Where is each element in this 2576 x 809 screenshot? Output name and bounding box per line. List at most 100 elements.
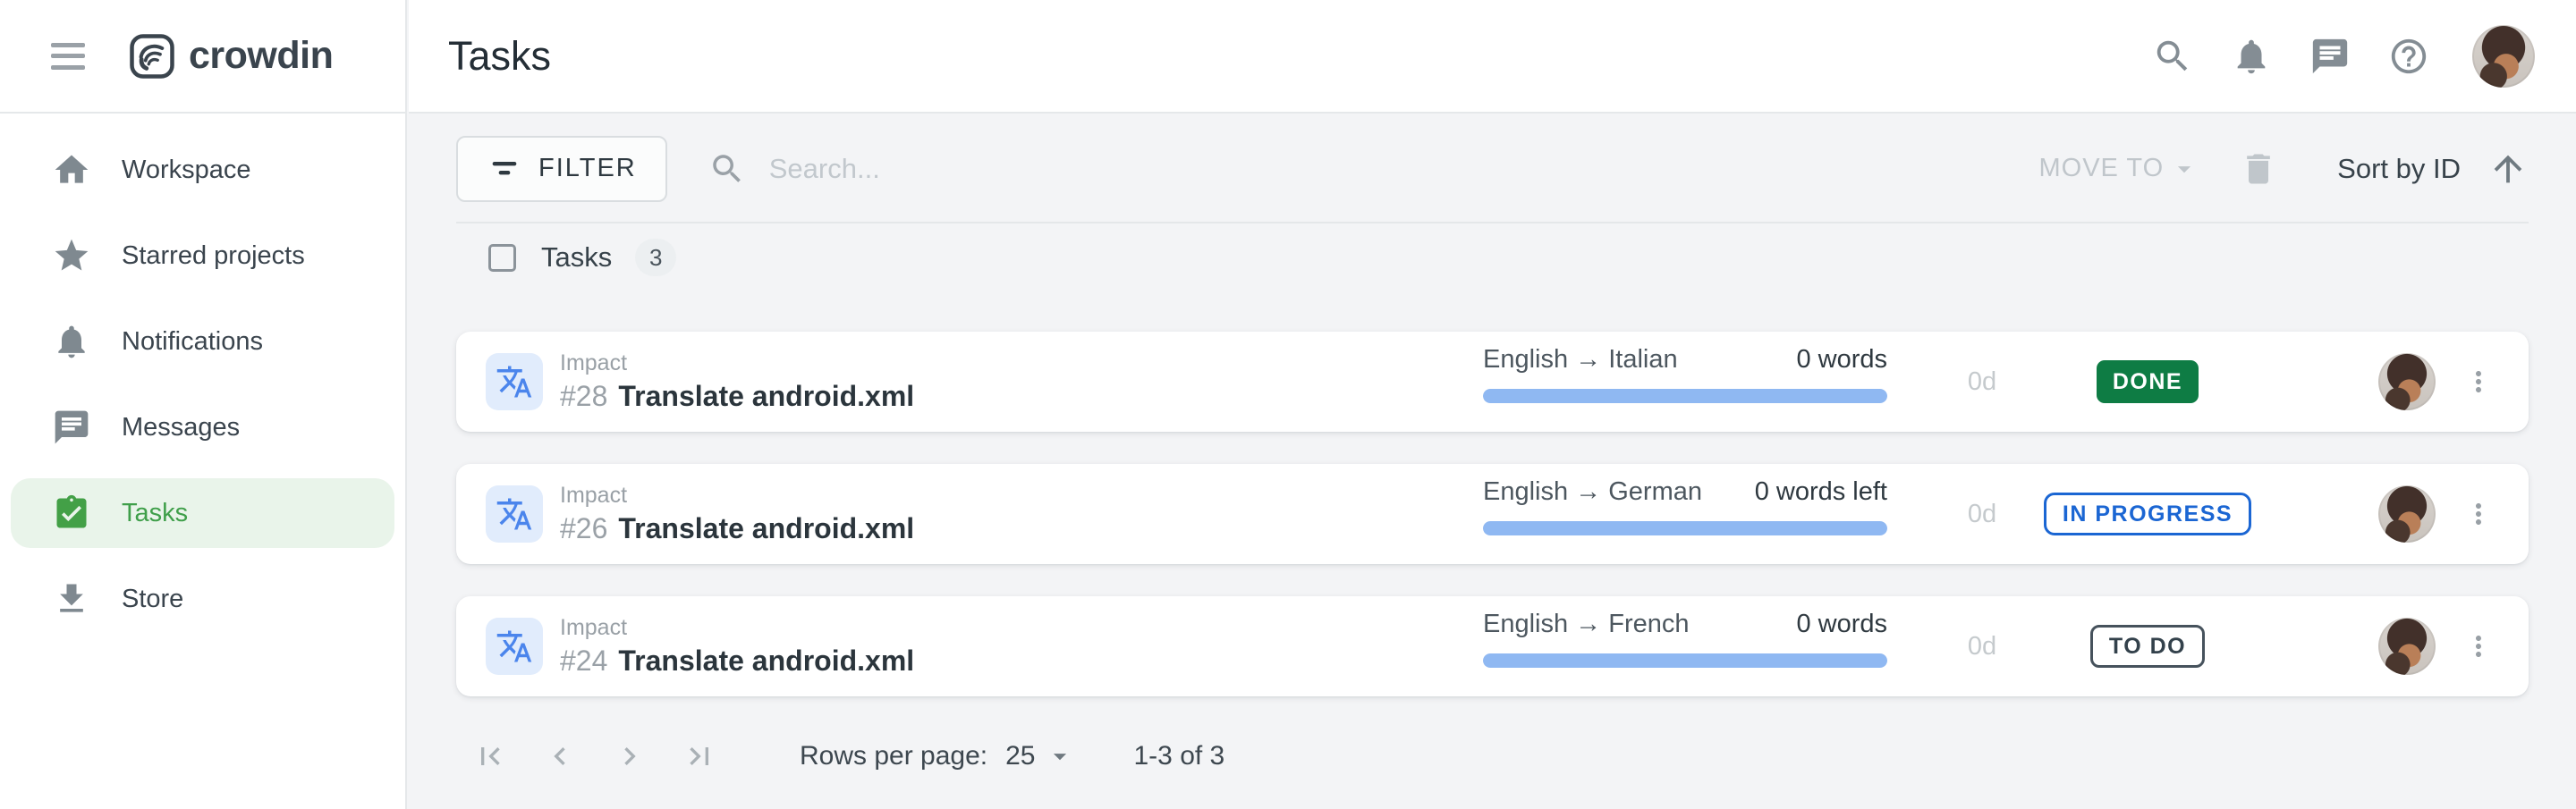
list-header-label: Tasks [541, 241, 612, 274]
first-page-button[interactable] [470, 737, 510, 776]
delete-icon[interactable] [2239, 149, 2278, 189]
tasks-toolbar: FILTER MOVE TO Sort by ID [456, 115, 2529, 223]
task-title: #26Translate android.xml [560, 512, 914, 544]
sidebar-item-label: Notifications [122, 327, 263, 357]
sort-direction-arrow-up-icon[interactable] [2487, 148, 2529, 190]
home-icon [52, 150, 91, 190]
status-badge: DONE [2097, 360, 2199, 403]
kebab-icon [2462, 630, 2495, 662]
task-row[interactable]: Impact #26Translate android.xml English … [456, 464, 2529, 564]
sidebar-item-label: Messages [122, 413, 240, 442]
top-bar-actions [2152, 25, 2535, 88]
last-page-button[interactable] [680, 737, 719, 776]
task-project: Impact [560, 484, 627, 507]
chat-icon [52, 408, 91, 447]
filter-button-label: FILTER [538, 154, 637, 183]
progress-bar [1483, 389, 1887, 403]
task-name: Translate android.xml [618, 512, 914, 544]
search-icon[interactable] [2152, 36, 2193, 77]
pagination: Rows per page: 25 1-3 of 3 [456, 725, 2529, 788]
select-all-checkbox[interactable] [488, 244, 516, 272]
task-title: #28 Translate android.xml [560, 380, 914, 412]
more-menu-button[interactable] [2457, 493, 2500, 535]
translate-task-icon [486, 353, 543, 410]
search-input[interactable] [769, 153, 1270, 185]
menu-icon[interactable] [51, 43, 85, 70]
task-id: #28 [560, 380, 607, 412]
search-icon [708, 150, 746, 188]
more-menu-button[interactable] [2457, 625, 2500, 668]
sort-by-button[interactable]: Sort by ID [2337, 153, 2461, 185]
bell-icon [52, 322, 91, 361]
sidebar-item-tasks[interactable]: Tasks [11, 478, 394, 548]
help-icon[interactable] [2388, 36, 2429, 77]
next-page-button[interactable] [610, 737, 649, 776]
crowdin-logo[interactable]: crowdin [128, 32, 333, 80]
chevron-down-icon[interactable] [1045, 741, 1075, 771]
chevron-left-icon [542, 738, 578, 774]
sidebar-item-label: Tasks [122, 499, 188, 528]
language-column: English → German 0 words left [1483, 464, 1887, 564]
sidebar-item-starred-projects[interactable]: Starred projects [11, 221, 394, 291]
download-icon [52, 579, 91, 619]
words-count: 0 words [1796, 346, 1887, 373]
page-title: Tasks [448, 33, 551, 80]
task-project: Impact [560, 351, 627, 375]
status-badge: IN PROGRESS [2044, 493, 2251, 535]
star-icon [52, 236, 91, 275]
sidebar-item-label: Starred projects [122, 241, 305, 271]
progress-fill [1483, 389, 1887, 403]
rows-per-page-label: Rows per page: [800, 741, 987, 771]
progress-bar [1483, 653, 1887, 668]
pagination-range: 1-3 of 3 [1134, 741, 1225, 771]
sidebar-nav: Workspace Starred projects Notifications… [0, 114, 405, 634]
task-title: #24Translate android.xml [560, 645, 914, 677]
search-box [708, 150, 1270, 188]
sidebar-item-label: Store [122, 585, 183, 614]
chevron-right-icon [612, 738, 648, 774]
status-badge: TO DO [2090, 625, 2205, 668]
previous-page-button[interactable] [540, 737, 580, 776]
list-header-row: Tasks 3 [456, 231, 2529, 284]
kebab-icon [2462, 366, 2495, 398]
task-name: Translate android.xml [618, 645, 914, 677]
progress-bar [1483, 521, 1887, 535]
assignee-avatar[interactable] [2378, 485, 2436, 543]
kebab-icon [2462, 498, 2495, 530]
words-count: 0 words [1796, 611, 1887, 637]
messages-chat-icon[interactable] [2309, 36, 2351, 77]
status-column: DONE [2013, 332, 2282, 432]
translate-task-icon [486, 618, 543, 675]
last-page-icon [682, 738, 717, 774]
toolbar-actions: MOVE TO Sort by ID [2038, 148, 2529, 190]
filter-button[interactable]: FILTER [456, 136, 667, 202]
status-column: TO DO [2013, 596, 2282, 696]
crowdin-logo-icon [128, 32, 176, 80]
progress-fill [1483, 653, 1887, 668]
move-to-dropdown[interactable]: MOVE TO [2038, 154, 2199, 184]
language-pair: English → Italian [1483, 346, 1678, 373]
sidebar-item-notifications[interactable]: Notifications [11, 307, 394, 376]
language-column: English → French 0 words [1483, 596, 1887, 696]
task-name: Translate android.xml [618, 380, 914, 412]
more-menu-button[interactable] [2457, 360, 2500, 403]
assignee-avatar[interactable] [2378, 618, 2436, 675]
tasks-count-badge: 3 [635, 239, 676, 276]
move-to-label: MOVE TO [2038, 154, 2164, 183]
notifications-bell-icon[interactable] [2231, 36, 2272, 77]
tasks-list: Impact #28 Translate android.xml English … [456, 332, 2529, 696]
sidebar-item-workspace[interactable]: Workspace [11, 135, 394, 205]
task-row[interactable]: Impact #28 Translate android.xml English … [456, 332, 2529, 432]
rows-per-page-value[interactable]: 25 [1005, 741, 1035, 771]
task-row[interactable]: Impact #24Translate android.xml English … [456, 596, 2529, 696]
sidebar-item-store[interactable]: Store [11, 564, 394, 634]
translate-task-icon [486, 485, 543, 543]
sidebar: crowdin Workspace Starred projects Notif… [0, 0, 407, 809]
language-pair: English → French [1483, 611, 1690, 637]
language-column: English → Italian 0 words [1483, 332, 1887, 432]
assignee-avatar[interactable] [2378, 353, 2436, 410]
words-count: 0 words left [1755, 478, 1887, 505]
sidebar-item-messages[interactable]: Messages [11, 392, 394, 462]
user-avatar[interactable] [2472, 25, 2535, 88]
language-pair: English → German [1483, 478, 1702, 505]
